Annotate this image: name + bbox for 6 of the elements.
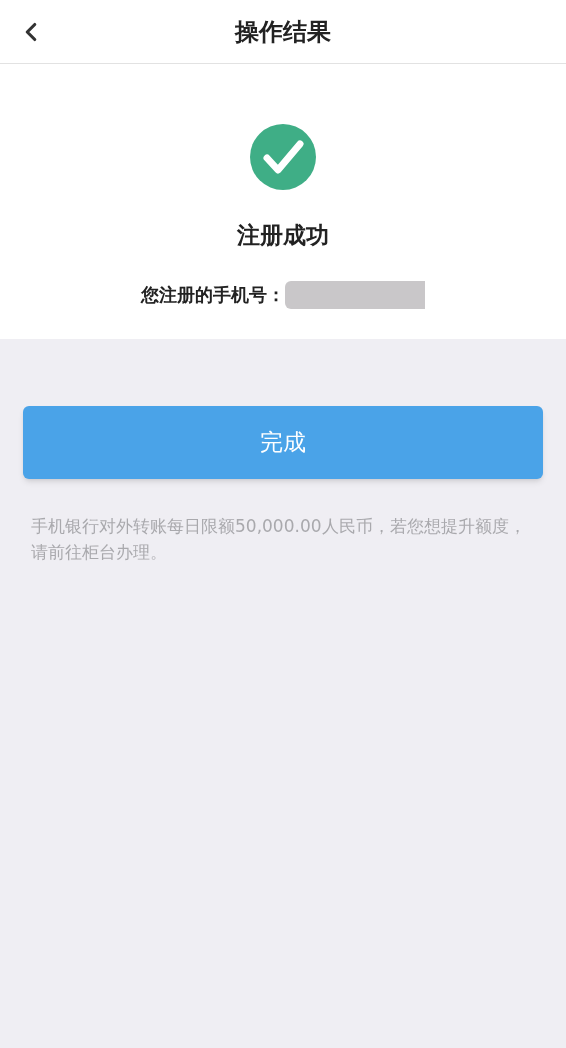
result-title: 注册成功	[237, 221, 329, 250]
transfer-limit-note: 手机银行对外转账每日限额50,000.00人民币，若您想提升额度，请前往柜台办理。	[30, 514, 527, 564]
phone-label: 您注册的手机号：	[141, 283, 285, 307]
success-check-icon	[250, 124, 316, 190]
page-title: 操作结果	[235, 16, 331, 48]
done-button[interactable]: 完成	[23, 405, 543, 479]
